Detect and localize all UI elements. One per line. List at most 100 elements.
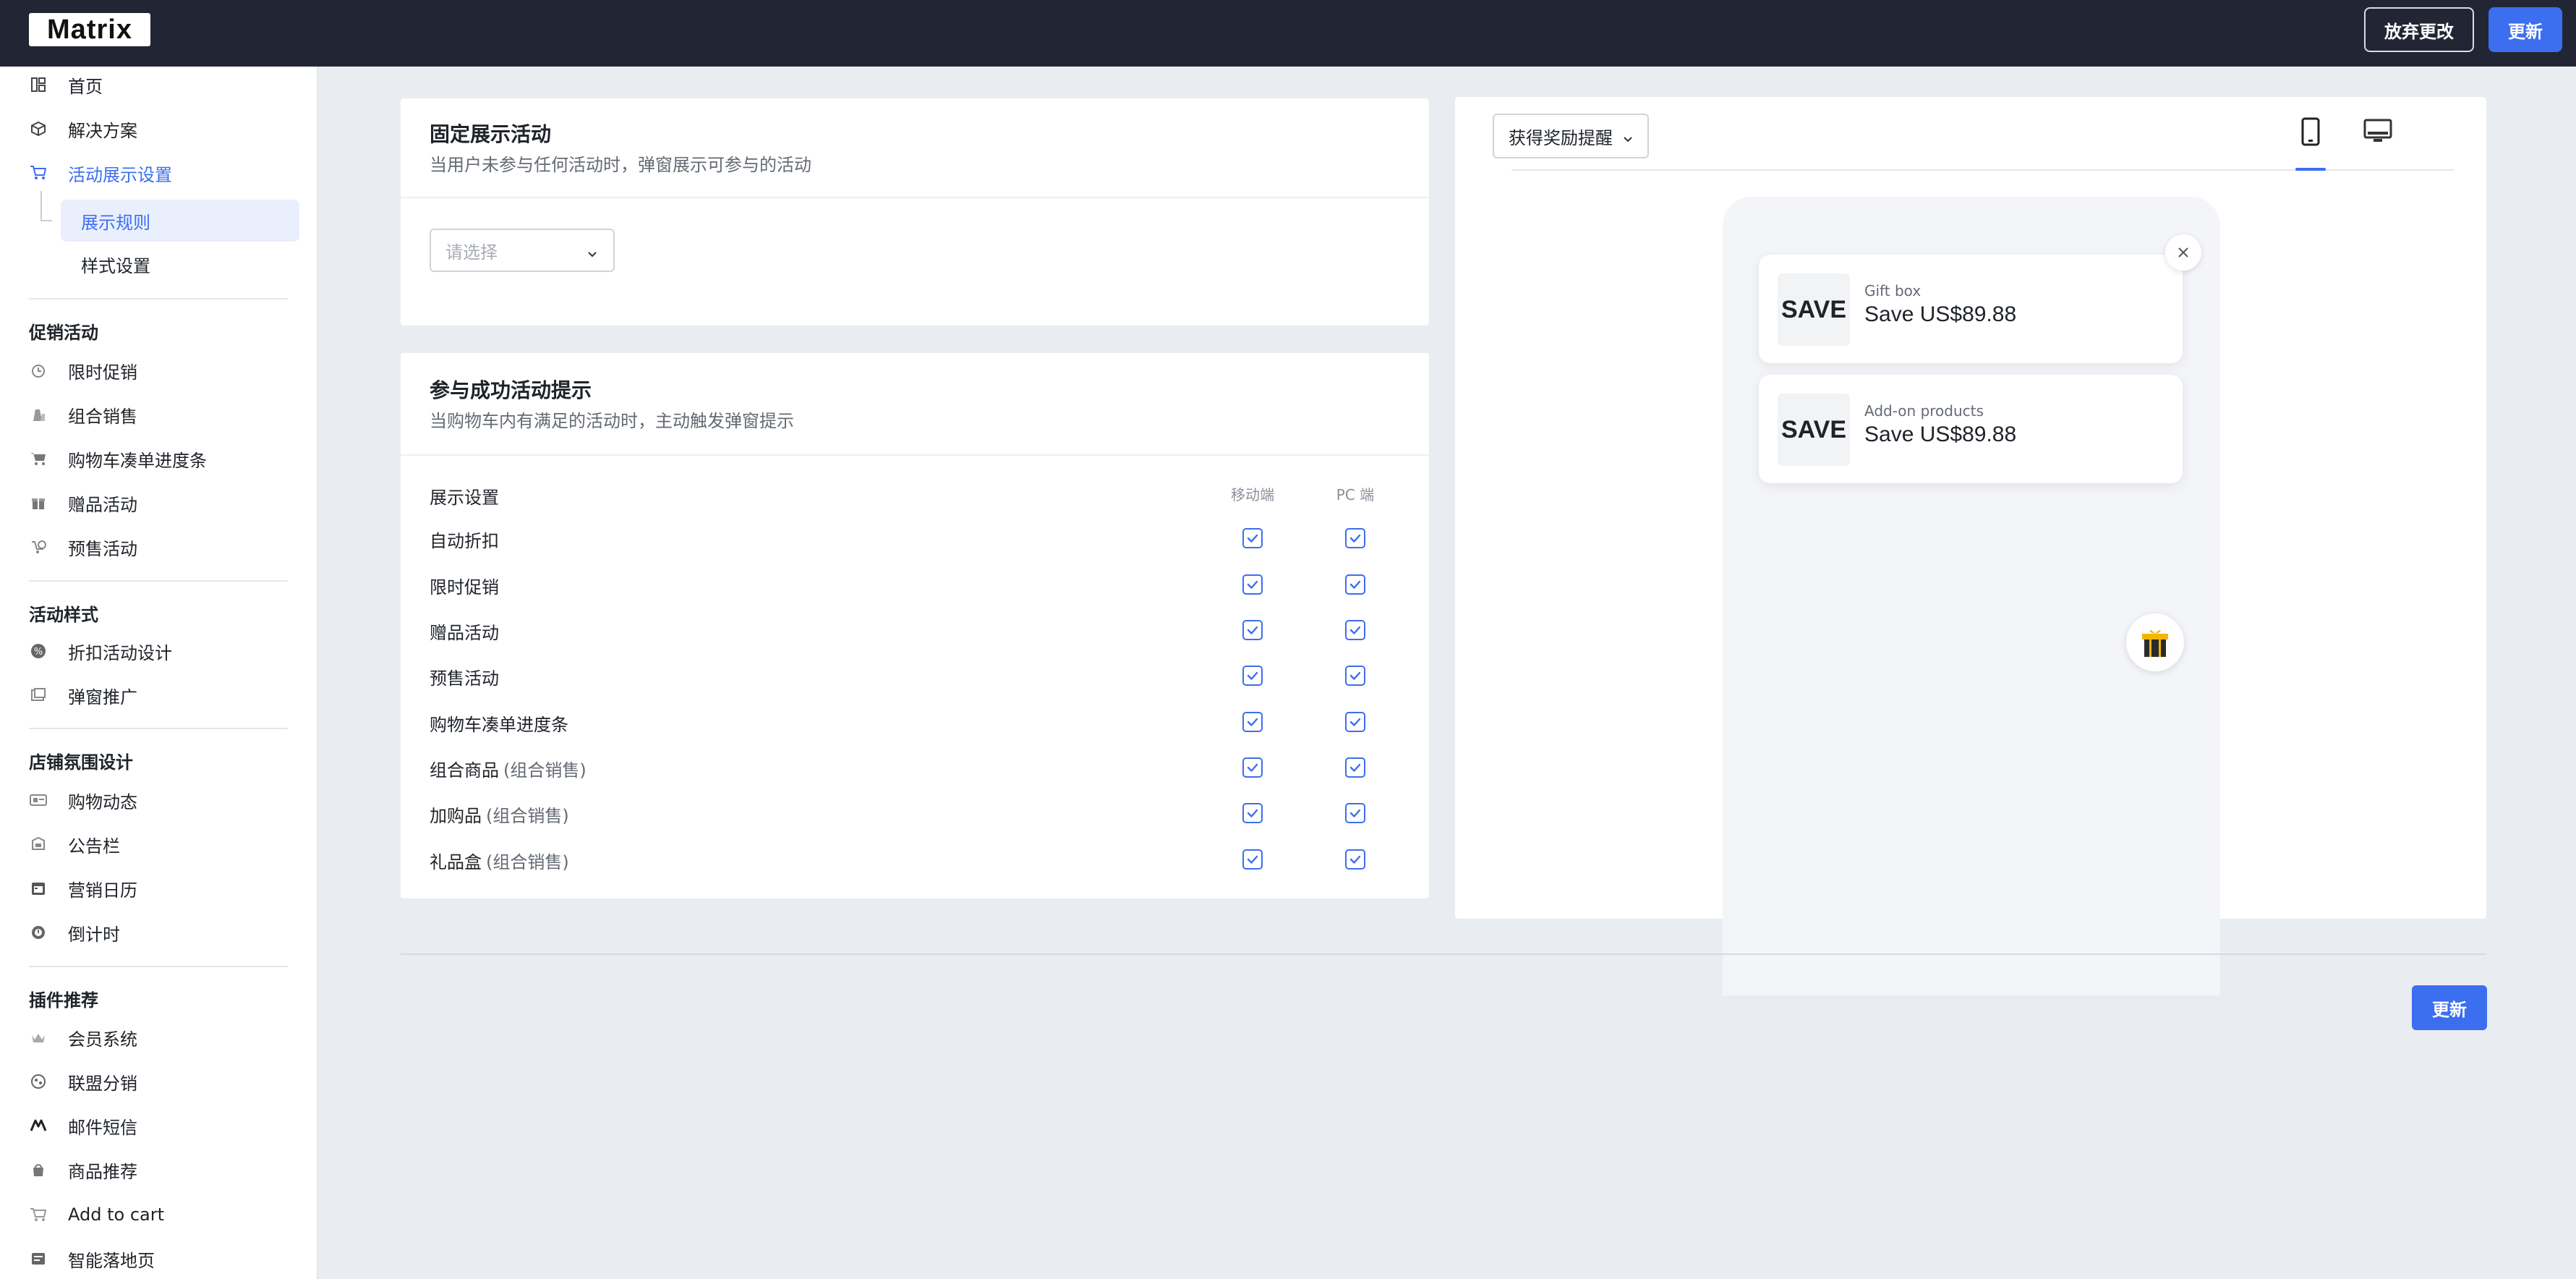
check-icon xyxy=(1247,626,1258,634)
select-placeholder: 请选择 xyxy=(445,242,498,263)
check-icon xyxy=(1349,718,1361,726)
mobile-checkbox[interactable] xyxy=(1242,574,1263,595)
sidebar-item-cart-progress[interactable]: 购物车凑单进度条 xyxy=(29,441,304,477)
sidebar-item-presale[interactable]: 预售活动 xyxy=(29,529,304,565)
sidebar-item-label: 赠品活动 xyxy=(68,494,137,515)
check-icon xyxy=(1247,580,1258,589)
setting-row-label: 限时促销 xyxy=(430,573,499,598)
matrix-logo[interactable]: Matrix xyxy=(29,13,150,46)
sidebar-item-announcement[interactable]: 公告栏 xyxy=(29,826,304,862)
check-icon xyxy=(1247,809,1258,817)
pc-checkbox[interactable] xyxy=(1345,574,1365,595)
setting-row-label: 自动折扣 xyxy=(430,527,499,552)
sidebar-item-discount-design[interactable]: % 折扣活动设计 xyxy=(29,633,304,669)
check-icon xyxy=(1247,718,1258,726)
update-button[interactable]: 更新 xyxy=(2488,7,2562,52)
cart-progress-icon xyxy=(29,449,48,468)
sidebar-item-countdown[interactable]: 倒计时 xyxy=(29,914,304,951)
pc-checkbox[interactable] xyxy=(1345,712,1365,732)
mobile-checkbox[interactable] xyxy=(1242,620,1263,640)
sidebar-item-bundle-sale[interactable]: 组合销售 xyxy=(29,396,304,433)
pc-checkbox[interactable] xyxy=(1345,620,1365,640)
promo-title: Add-on products xyxy=(1864,402,1984,420)
display-settings-header: 展示设置 xyxy=(430,488,499,508)
cube-icon xyxy=(29,119,48,138)
preview-card: 获得奖励提醒 SAVE Gift box Save US$89.88 SAVE … xyxy=(1455,97,2486,995)
gift-floating-button[interactable] xyxy=(2126,613,2184,671)
card-divider xyxy=(401,454,1429,456)
activity-select[interactable]: 请选择 xyxy=(430,229,615,272)
setting-row-label: 礼品盒 (组合销售) xyxy=(430,848,569,873)
sidebar-item-email-sms[interactable]: 邮件短信 xyxy=(29,1108,304,1144)
sidebar-item-marketing-calendar[interactable]: 营销日历 xyxy=(29,870,304,906)
section-title-activity-styles: 活动样式 xyxy=(29,605,98,625)
setting-name: 购物车凑单进度条 xyxy=(430,715,568,735)
card-divider xyxy=(401,197,1429,198)
mobile-checkbox[interactable] xyxy=(1242,666,1263,686)
sidebar-item-affiliate[interactable]: 联盟分销 xyxy=(29,1063,304,1100)
sidebar-item-label: 首页 xyxy=(68,76,103,97)
footer-divider xyxy=(401,953,2486,955)
setting-name: 自动折扣 xyxy=(430,531,499,551)
card-subtitle: 当购物车内有满足的活动时，主动触发弹窗提示 xyxy=(430,411,794,431)
sidebar-item-solutions[interactable]: 解决方案 xyxy=(29,111,304,147)
gift-icon xyxy=(29,493,48,512)
sidebar-item-product-recommend[interactable]: 商品推荐 xyxy=(29,1152,304,1188)
pc-checkbox[interactable] xyxy=(1345,757,1365,778)
sidebar-item-gift-activity[interactable]: 赠品活动 xyxy=(29,485,304,521)
sidebar-item-popup-promo[interactable]: 弹窗推广 xyxy=(29,677,304,713)
column-pc: PC 端 xyxy=(1336,486,1375,503)
check-icon xyxy=(1349,580,1361,589)
sidebar-item-activity-display[interactable]: 活动展示设置 xyxy=(29,155,304,191)
product-icon xyxy=(29,1160,48,1179)
top-bar: Matrix 放弃更改 更新 xyxy=(0,0,2576,67)
update-button-bottom[interactable]: 更新 xyxy=(2412,985,2487,1030)
mobile-icon xyxy=(2301,117,2320,146)
sidebar-item-label: Add to cart xyxy=(68,1204,164,1225)
pc-checkbox[interactable] xyxy=(1345,849,1365,870)
member-icon xyxy=(29,1028,48,1047)
close-popup-button[interactable] xyxy=(2165,234,2201,271)
affiliate-icon xyxy=(29,1072,48,1091)
mobile-device-tab[interactable] xyxy=(2300,117,2321,149)
desktop-device-tab[interactable] xyxy=(2363,119,2392,148)
sidebar-item-flash-sale[interactable]: 限时促销 xyxy=(29,352,304,388)
section-title-promotions: 促销活动 xyxy=(29,323,98,343)
setting-note: (组合销售) xyxy=(486,852,569,872)
sidebar-subitem-style-settings[interactable]: 样式设置 xyxy=(61,243,299,285)
card-title: 参与成功活动提示 xyxy=(430,378,592,402)
bundle-icon xyxy=(29,405,48,424)
mobile-checkbox[interactable] xyxy=(1242,712,1263,732)
pc-checkbox[interactable] xyxy=(1345,666,1365,686)
announcement-icon xyxy=(29,835,48,854)
check-icon xyxy=(1349,763,1361,772)
mobile-checkbox[interactable] xyxy=(1242,757,1263,778)
promo-card-addon: SAVE Add-on products Save US$89.88 xyxy=(1759,375,2183,483)
pc-checkbox[interactable] xyxy=(1345,528,1365,548)
sidebar-item-landing-page[interactable]: 智能落地页 xyxy=(29,1241,304,1277)
activity-icon xyxy=(29,791,48,810)
phone-preview: SAVE Gift box Save US$89.88 SAVE Add-on … xyxy=(1723,197,2220,995)
sidebar-item-label: 限时促销 xyxy=(68,362,137,383)
mobile-checkbox[interactable] xyxy=(1242,528,1263,548)
sidebar-item-add-to-cart[interactable]: Add to cart xyxy=(29,1197,304,1233)
pc-checkbox[interactable] xyxy=(1345,803,1365,823)
discard-changes-button[interactable]: 放弃更改 xyxy=(2364,7,2474,52)
sidebar-divider xyxy=(29,580,288,582)
sidebar-subitem-display-rules[interactable]: 展示规则 xyxy=(61,200,299,242)
sidebar-item-label: 倒计时 xyxy=(68,924,120,945)
sidebar-item-member-system[interactable]: 会员系统 xyxy=(29,1019,304,1055)
setting-name: 组合商品 xyxy=(430,760,499,781)
card-title: 固定展示活动 xyxy=(430,122,552,146)
mobile-checkbox[interactable] xyxy=(1242,803,1263,823)
preview-type-dropdown[interactable]: 获得奖励提醒 xyxy=(1493,114,1649,158)
discount-icon: % xyxy=(29,642,48,660)
save-badge: SAVE xyxy=(1778,273,1850,346)
check-icon xyxy=(1349,534,1361,543)
mobile-checkbox[interactable] xyxy=(1242,849,1263,870)
sidebar-divider xyxy=(29,298,288,299)
sidebar-item-shopping-activity[interactable]: 购物动态 xyxy=(29,782,304,818)
sidebar-item-label: 解决方案 xyxy=(68,120,137,141)
sidebar-item-home[interactable]: 首页 xyxy=(29,67,304,103)
chevron-down-icon xyxy=(586,245,599,265)
